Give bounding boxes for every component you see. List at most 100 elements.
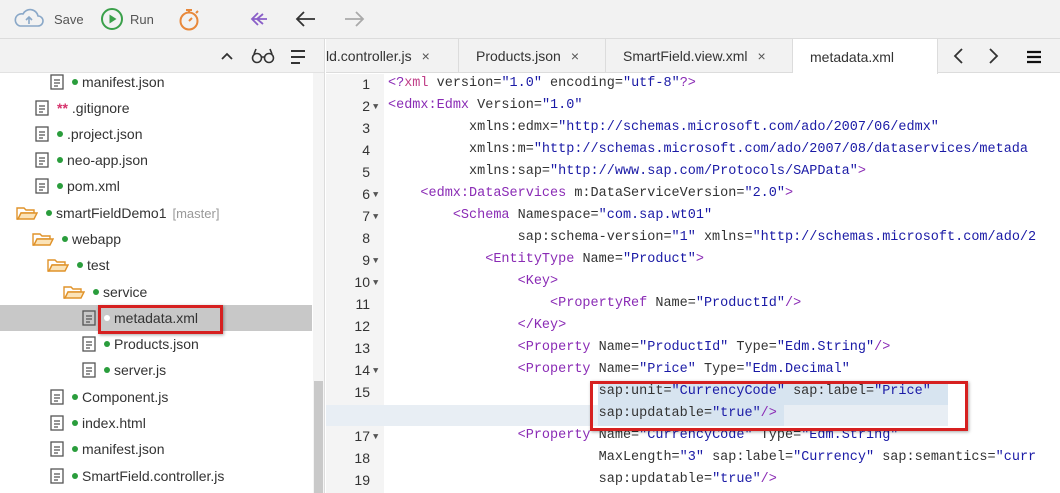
menu-icon[interactable]: [289, 48, 307, 66]
code-line: xmlns:edmx="http://schemas.microsoft.com…: [388, 120, 939, 135]
code-line: </Key>: [388, 318, 567, 333]
tree-item-smartfield-controller-js[interactable]: SmartField.controller.js: [0, 463, 312, 489]
code-token: <Property: [517, 362, 591, 377]
tree-item-label: .project.json: [67, 126, 143, 142]
back-button[interactable]: [293, 6, 319, 32]
code-token: ?>: [679, 76, 696, 91]
save-button[interactable]: Save: [12, 6, 84, 32]
collapse-up-icon[interactable]: [219, 48, 235, 64]
tree-item-server-js[interactable]: server.js: [0, 357, 312, 383]
file-icon: [50, 389, 64, 405]
tree-item-manifest-json[interactable]: manifest.json: [0, 436, 312, 462]
chevron-right-icon[interactable]: [986, 47, 1000, 65]
folder-open-icon: [47, 259, 69, 272]
close-icon[interactable]: ×: [422, 48, 430, 64]
code-line: sap:updatable="true"/>: [388, 472, 777, 487]
cloud-save-icon: [14, 8, 44, 27]
chevron-left-icon[interactable]: [952, 47, 966, 65]
tree-item-smartfielddemo1[interactable]: smartFieldDemo1 [master]: [0, 200, 312, 226]
file-icon: [82, 310, 96, 326]
highlight-box-file: [98, 305, 223, 334]
tab-label: ld.controller.js: [326, 48, 412, 64]
forward-button[interactable]: [341, 6, 367, 32]
file-icon: [35, 178, 49, 194]
navigate-last-edit-button[interactable]: [245, 6, 271, 32]
file-icon: [50, 441, 64, 457]
code-token: xmlns:m=: [388, 142, 534, 157]
code-token: edmx:Edmx: [396, 98, 470, 113]
code-token: <Schema: [452, 208, 510, 223]
tab-products-json[interactable]: Products.json ×: [459, 39, 606, 73]
workspace-file-tree: manifest.json ** .gitignore .project.jso…: [0, 39, 325, 493]
tree-item-gitignore[interactable]: ** .gitignore: [0, 95, 312, 121]
tree-item-project-json[interactable]: .project.json: [0, 121, 312, 147]
tree-item-label: .gitignore: [71, 100, 130, 116]
folder-open-icon: [63, 286, 85, 299]
file-icon: [82, 336, 96, 352]
code-line: <Schema Namespace="com.sap.wt01": [388, 208, 712, 223]
run-button[interactable]: Run: [100, 6, 154, 32]
close-icon[interactable]: ×: [571, 48, 579, 64]
code-line: <PropertyRef Name="ProductId"/>: [388, 296, 801, 311]
tree-item-test[interactable]: test: [0, 252, 312, 278]
code-token: xmlns:edmx=: [388, 120, 559, 135]
fold-toggle-icon[interactable]: ▼: [373, 190, 378, 200]
tree-item-index-html[interactable]: index.html: [0, 410, 312, 436]
tree-item-component-js[interactable]: Component.js: [0, 384, 312, 410]
tree-item-manifest-json-top[interactable]: manifest.json: [0, 69, 312, 95]
tree-item-pom-xml[interactable]: pom.xml: [0, 173, 312, 199]
tree-item-label: server.js: [114, 362, 167, 378]
tree-item-service[interactable]: service: [0, 279, 312, 305]
fold-toggle-icon[interactable]: ▼: [373, 256, 378, 266]
line-number: 7: [362, 208, 370, 224]
file-icon: [35, 152, 49, 168]
code-token: sap:label=: [703, 450, 794, 465]
tree-item-webapp[interactable]: webapp: [0, 226, 312, 252]
line-number: 15: [354, 384, 370, 400]
fold-toggle-icon[interactable]: ▼: [373, 102, 378, 112]
tab-smartfield-controller[interactable]: ld.controller.js ×: [326, 39, 459, 73]
fold-toggle-icon[interactable]: ▼: [373, 366, 378, 376]
code-line: <Property Name="Price" Type="Edm.Decimal…: [388, 362, 850, 377]
code-token: />: [874, 340, 891, 355]
code-token: "1": [671, 230, 696, 245]
tree-item-neo-app-json[interactable]: neo-app.json: [0, 147, 312, 173]
code-line: <EntityType Name="Product">: [388, 252, 704, 267]
tab-label: SmartField.view.xml: [623, 48, 748, 64]
code-line: <?xml version="1.0" encoding="utf-8"?>: [388, 76, 696, 91]
tree-item-products-json[interactable]: Products.json: [0, 331, 312, 357]
last-edit-arrow-icon: [250, 12, 267, 26]
code-token: "Edm.Decimal": [744, 362, 850, 377]
code-token: Name=: [590, 340, 640, 355]
code-token: Name=: [590, 362, 640, 377]
run-with-timer-button[interactable]: [176, 6, 202, 32]
fold-toggle-icon[interactable]: ▼: [373, 278, 378, 288]
code-token: <: [388, 98, 397, 113]
tab-menu-icon[interactable]: [1026, 50, 1042, 64]
fold-toggle-icon[interactable]: ▼: [373, 212, 378, 222]
tab-smartfield-view-xml[interactable]: SmartField.view.xml ×: [606, 39, 793, 73]
code-token: "3": [679, 450, 704, 465]
code-token: "Product": [622, 252, 696, 267]
tab-metadata-xml[interactable]: metadata.xml: [793, 39, 938, 74]
code-token: "ProductId": [639, 340, 729, 355]
code-token: "2.0": [744, 186, 785, 201]
code-line: MaxLength="3" sap:label="Currency" sap:s…: [388, 450, 1037, 465]
fold-toggle-icon[interactable]: ▼: [373, 432, 378, 442]
tree-item-label: service: [103, 284, 148, 300]
code-token: />: [760, 472, 777, 487]
code-line: <Property Name="ProductId" Type="Edm.Str…: [388, 340, 891, 355]
code-token: "1.0": [501, 76, 542, 91]
link-with-editor-icon[interactable]: [251, 47, 275, 65]
code-token: "http://schemas.microsoft.com/ado/2007/0…: [533, 142, 1029, 157]
file-tree-scrollbar[interactable]: [313, 73, 324, 493]
line-number: 5: [362, 164, 370, 180]
code-token: "http://schemas.microsoft.com/ado/2007/0…: [558, 120, 939, 135]
scrollbar-thumb[interactable]: [314, 381, 323, 493]
file-icon: [50, 468, 64, 484]
tree-item-label: webapp: [72, 231, 122, 247]
close-icon[interactable]: ×: [757, 48, 765, 64]
folder-open-icon: [32, 233, 54, 246]
